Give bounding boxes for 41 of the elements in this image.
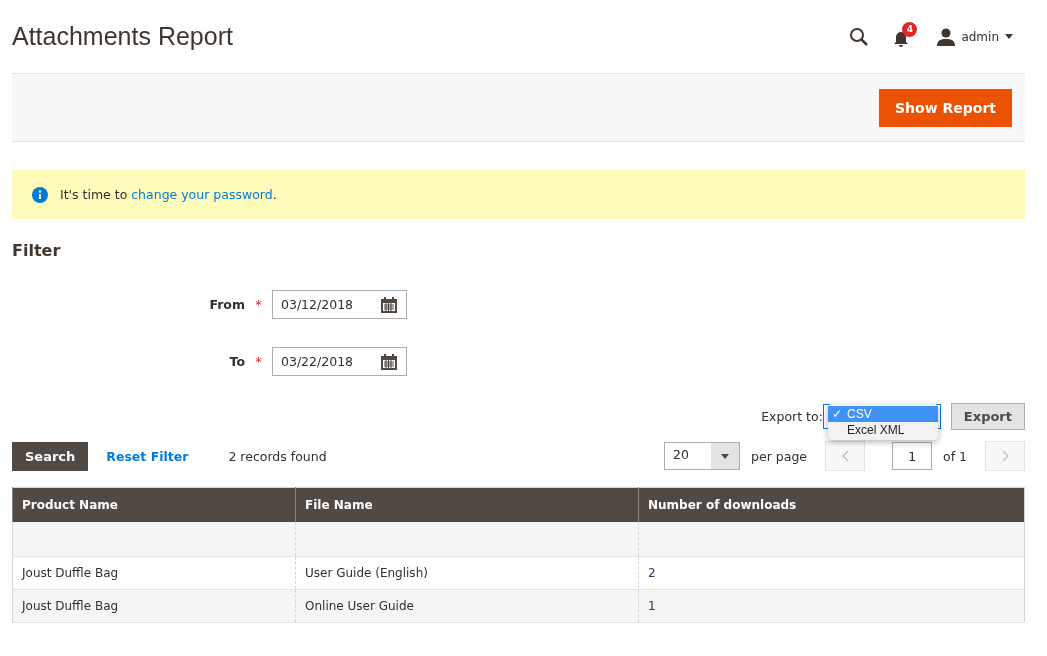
- page-title: Attachments Report: [12, 22, 234, 51]
- notification-badge: 4: [902, 21, 918, 37]
- field-label: To: [228, 354, 245, 369]
- message-text: It's time to change your password.: [60, 187, 277, 202]
- required-mark: *: [254, 297, 263, 312]
- filter-heading: Filter: [12, 241, 62, 260]
- show-report-button[interactable]: Show Report: [879, 88, 1012, 127]
- required-mark: *: [254, 354, 263, 369]
- table-cell: Joust Duffle Bag: [22, 566, 119, 580]
- user-icon[interactable]: [937, 27, 956, 46]
- page-count: of 1: [943, 448, 967, 464]
- caret-icon[interactable]: [1005, 34, 1013, 39]
- column-header[interactable]: Product Name: [12, 487, 296, 522]
- column-header[interactable]: File Name: [295, 487, 639, 522]
- user-menu[interactable]: admin: [961, 29, 999, 44]
- column-header[interactable]: Number of downloads: [638, 487, 1025, 522]
- search-button[interactable]: Search: [12, 441, 89, 471]
- chevron-left-icon: [841, 450, 849, 462]
- date-field[interactable]: 03/12/2018: [272, 290, 407, 319]
- table-cell: 1: [648, 599, 656, 613]
- field-label: From: [208, 297, 245, 312]
- reset-filter-link[interactable]: Reset Filter: [106, 448, 189, 464]
- page-field[interactable]: 1: [892, 442, 932, 470]
- per-page-label: per page: [751, 448, 807, 464]
- calendar-icon[interactable]: [380, 352, 398, 371]
- info-icon: [32, 186, 48, 203]
- chevron-right-icon: [1001, 450, 1009, 462]
- change-password-link[interactable]: change your password: [131, 187, 273, 202]
- menu-option[interactable]: Excel XML: [828, 422, 938, 438]
- caret-icon: [721, 453, 730, 459]
- calendar-icon[interactable]: [380, 295, 398, 314]
- table-cell: Joust Duffle Bag: [22, 599, 119, 613]
- table-cell: User Guide (English): [305, 566, 428, 580]
- date-field[interactable]: 03/22/2018: [272, 347, 407, 376]
- table-cell: Online User Guide: [305, 599, 414, 613]
- records-count: 2 records found: [228, 448, 327, 464]
- per-page-select[interactable]: 20: [664, 442, 741, 470]
- table-cell: 2: [648, 566, 656, 580]
- search-icon[interactable]: [849, 26, 870, 47]
- export-label: Export to:: [761, 409, 823, 424]
- export-button[interactable]: Export: [950, 403, 1025, 430]
